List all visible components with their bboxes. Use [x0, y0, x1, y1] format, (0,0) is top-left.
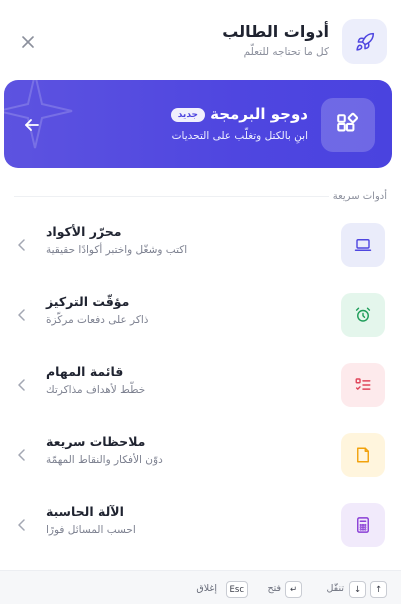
blocks-icon: [321, 98, 375, 152]
tool-item-calculator[interactable]: الآلة الحاسبة احسب المسائل فورًا: [0, 490, 401, 560]
chevron-left-icon: [16, 448, 28, 462]
page-title: أدوات الطالب: [222, 22, 329, 41]
tool-description: خطّط لأهداف مذاكرتك: [46, 384, 146, 396]
tool-text: محرّر الأكواد اكتب وشغّل واختبر أكوادًا …: [46, 224, 187, 256]
note-icon: [341, 433, 385, 477]
page-subtitle: كل ما تحتاجه للتعلّم: [243, 46, 329, 58]
chevron-left-icon: [16, 518, 28, 532]
chevron-left-icon: [16, 238, 28, 252]
keyboard-hints-footer: ↑ ↓ تنقّل ↵ فتح Esc إغلاق: [0, 570, 401, 604]
key-down-hint: ↓: [349, 581, 366, 598]
promo-description: ابنِ بالكتل وتغلّب على التحديات: [171, 130, 308, 142]
tool-text: قائمة المهام خطّط لأهداف مذاكرتك: [46, 364, 145, 396]
sparkle-decoration-icon: [4, 80, 73, 149]
coding-dojo-card[interactable]: دوجو البرمجة جديد ابنِ بالكتل وتغلّب على…: [4, 80, 392, 168]
chevron-left-icon: [16, 378, 28, 392]
tool-title: محرّر الأكواد: [46, 224, 122, 239]
laptop-icon: [341, 223, 385, 267]
tool-title: ملاحظات سريعة: [46, 434, 146, 449]
key-enter-hint: ↵: [285, 581, 302, 598]
navigate-label: تنقّل: [326, 583, 344, 594]
tool-item-focus-timer[interactable]: مؤقّت التركيز ذاكر على دفعات مركّزة: [0, 280, 401, 350]
key-esc-hint: Esc: [225, 581, 248, 598]
tool-description: اكتب وشغّل واختبر أكوادًا حقيقية: [46, 244, 188, 256]
panel-header: أدوات الطالب كل ما تحتاجه للتعلّم: [0, 0, 401, 80]
rocket-icon: [342, 19, 387, 64]
section-label: أدوات سريعة: [332, 191, 387, 202]
promo-title: دوجو البرمجة: [210, 105, 308, 123]
key-up-hint: ↑: [370, 581, 387, 598]
open-label: فتح: [267, 583, 281, 594]
close-label: إغلاق: [196, 583, 217, 594]
arrow-left-icon: [22, 115, 42, 135]
tool-description: دوّن الأفكار والنقاط المهمّة: [46, 454, 163, 466]
chevron-left-icon: [16, 308, 28, 322]
close-button[interactable]: [18, 32, 38, 52]
tool-title: الآلة الحاسبة: [46, 504, 124, 519]
checklist-icon: [341, 363, 385, 407]
tool-item-task-list[interactable]: قائمة المهام خطّط لأهداف مذاكرتك: [0, 350, 401, 420]
tool-description: احسب المسائل فورًا: [46, 524, 136, 536]
calculator-icon: [341, 503, 385, 547]
tool-description: ذاكر على دفعات مركّزة: [46, 314, 149, 326]
new-badge: جديد: [170, 108, 205, 122]
tool-item-quick-notes[interactable]: ملاحظات سريعة دوّن الأفكار والنقاط المهم…: [0, 420, 401, 490]
close-icon: [22, 36, 34, 48]
tool-text: مؤقّت التركيز ذاكر على دفعات مركّزة: [46, 294, 148, 326]
tool-title: قائمة المهام: [46, 364, 124, 379]
section-divider: [14, 196, 329, 197]
tool-title: مؤقّت التركيز: [46, 294, 130, 309]
tool-text: ملاحظات سريعة دوّن الأفكار والنقاط المهم…: [46, 434, 163, 466]
alarm-clock-icon: [341, 293, 385, 337]
tool-text: الآلة الحاسبة احسب المسائل فورًا: [46, 504, 136, 536]
tool-item-code-editor[interactable]: محرّر الأكواد اكتب وشغّل واختبر أكوادًا …: [0, 210, 401, 280]
